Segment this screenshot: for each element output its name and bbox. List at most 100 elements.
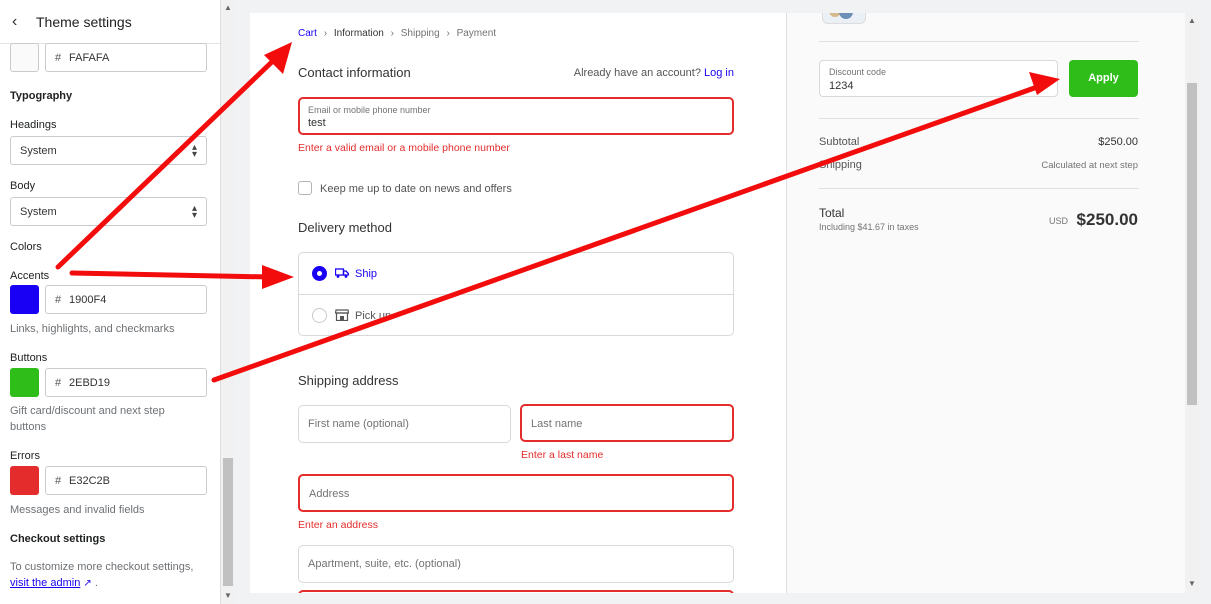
apartment-field[interactable]: Apartment, suite, etc. (optional) xyxy=(298,545,734,583)
colors-heading: Colors xyxy=(10,241,42,253)
checkout-help-text: To customize more checkout settings, xyxy=(10,561,194,573)
discount-code-field[interactable]: Discount code 1234 xyxy=(819,60,1058,97)
subtotal-value: $250.00 xyxy=(1098,136,1138,148)
newsletter-checkbox[interactable] xyxy=(298,181,312,195)
body-font-select[interactable]: System ▴ ▾ xyxy=(10,197,207,226)
select-value: System xyxy=(20,145,57,157)
visit-admin-link[interactable]: visit the admin xyxy=(10,577,80,589)
theme-settings-panel: ‹ Theme settings # FAFAFA Typography Hea… xyxy=(0,0,221,604)
delivery-heading: Delivery method xyxy=(298,220,392,235)
summary-divider xyxy=(819,188,1139,189)
product-thumbnail xyxy=(822,13,866,24)
address-field[interactable]: Address xyxy=(298,474,734,512)
hex-value: FAFAFA xyxy=(69,52,110,64)
ship-option[interactable]: Ship xyxy=(299,253,733,295)
last-name-field[interactable]: Last name xyxy=(520,404,734,442)
next-field[interactable] xyxy=(298,590,734,593)
shipping-label: Shipping xyxy=(819,159,862,171)
sidebar-scroll-thumb[interactable] xyxy=(223,458,233,586)
email-error-message: Enter a valid email or a mobile phone nu… xyxy=(298,142,510,154)
delivery-method-group: Ship Pick up xyxy=(298,252,734,336)
discount-code-value: 1234 xyxy=(829,80,854,92)
breadcrumb-shipping: Shipping xyxy=(400,28,440,39)
headings-label: Headings xyxy=(10,119,57,131)
summary-divider xyxy=(819,41,1139,42)
first-name-field[interactable]: First name (optional) xyxy=(298,405,511,443)
panel-header: ‹ Theme settings xyxy=(0,0,220,44)
background-color-swatch[interactable] xyxy=(10,43,39,72)
breadcrumb-cart[interactable]: Cart xyxy=(298,28,317,39)
button-color-swatch[interactable] xyxy=(10,368,39,397)
store-icon xyxy=(335,309,349,321)
accent-color-swatch[interactable] xyxy=(10,285,39,314)
back-arrow-icon[interactable]: ‹ xyxy=(12,13,17,31)
hash-symbol: # xyxy=(55,294,62,306)
first-name-placeholder: First name (optional) xyxy=(308,418,409,430)
buttons-help-text-line1: Gift card/discount and next step xyxy=(10,405,165,417)
breadcrumb: Cart › Information › Shipping › Payment xyxy=(298,28,500,39)
error-color-swatch[interactable] xyxy=(10,466,39,495)
currency-code: USD xyxy=(1049,216,1069,226)
hash-symbol: # xyxy=(55,52,62,64)
select-updown-icon: ▴ ▾ xyxy=(191,203,197,221)
select-value: System xyxy=(20,206,57,218)
chevron-right-icon: › xyxy=(446,28,450,39)
address-error-message: Enter an address xyxy=(298,519,378,531)
hex-value: E32C2B xyxy=(69,475,110,487)
checkout-settings-heading: Checkout settings xyxy=(10,533,106,545)
taxes-note: Including $41.67 in taxes xyxy=(819,222,919,232)
errors-help-text: Messages and invalid fields xyxy=(10,504,145,516)
scroll-up-icon[interactable]: ▲ xyxy=(224,3,232,12)
typography-heading: Typography xyxy=(10,90,73,102)
accents-help-text: Links, highlights, and checkmarks xyxy=(10,323,175,335)
email-field[interactable]: Email or mobile phone number test xyxy=(298,97,734,135)
panel-title: Theme settings xyxy=(36,14,132,30)
pickup-option[interactable]: Pick up xyxy=(299,295,733,336)
total-label: Total xyxy=(819,206,845,220)
hex-value: 2EBD19 xyxy=(69,377,110,389)
sidebar-scrollbar[interactable]: ▲ ▼ xyxy=(221,0,235,604)
login-prompt-text: Already have an account? xyxy=(573,67,701,79)
errors-label: Errors xyxy=(10,450,40,462)
subtotal-label: Subtotal xyxy=(819,136,860,148)
buttons-label: Buttons xyxy=(10,352,48,364)
checkout-main: Cart › Information › Shipping › Payment … xyxy=(250,13,786,593)
order-summary: Discount code 1234 Apply Subtotal $250.0… xyxy=(786,13,1199,593)
preview-scroll-thumb[interactable] xyxy=(1187,83,1197,405)
admin-link-row: visit the admin ↗ . xyxy=(10,577,98,589)
select-updown-icon: ▴ ▾ xyxy=(191,142,197,160)
external-link-icon: ↗ xyxy=(83,578,92,589)
login-prompt: Already have an account? Log in xyxy=(574,67,734,79)
accents-label: Accents xyxy=(10,270,50,282)
scroll-up-icon[interactable]: ▲ xyxy=(1188,16,1196,25)
discount-code-label: Discount code xyxy=(829,67,887,77)
error-hex-input[interactable]: # E32C2B xyxy=(45,466,207,495)
accent-hex-input[interactable]: # 1900F4 xyxy=(45,285,207,314)
login-link[interactable]: Log in xyxy=(704,67,734,79)
ship-radio[interactable] xyxy=(312,266,327,281)
breadcrumb-information: Information xyxy=(333,28,384,39)
button-hex-input[interactable]: # 2EBD19 xyxy=(45,368,207,397)
body-label: Body xyxy=(10,180,36,192)
email-field-label: Email or mobile phone number xyxy=(308,105,431,115)
total-value: $250.00 xyxy=(1076,210,1138,229)
preview-scrollbar[interactable]: ▲ ▼ xyxy=(1185,13,1199,593)
summary-divider xyxy=(819,118,1139,119)
email-field-value: test xyxy=(308,117,326,129)
contact-heading: Contact information xyxy=(298,65,411,80)
background-hex-input[interactable]: # FAFAFA xyxy=(45,43,207,72)
chevron-right-icon: › xyxy=(323,28,328,39)
address-placeholder: Address xyxy=(309,488,350,500)
scroll-down-icon[interactable]: ▼ xyxy=(224,591,232,600)
ship-label: Ship xyxy=(355,268,378,280)
apply-button[interactable]: Apply xyxy=(1069,60,1138,97)
newsletter-label: Keep me up to date on news and offers xyxy=(320,183,512,195)
breadcrumb-payment: Payment xyxy=(456,28,497,39)
pickup-radio[interactable] xyxy=(312,308,327,323)
headings-font-select[interactable]: System ▴ ▾ xyxy=(10,136,207,165)
scroll-down-icon[interactable]: ▼ xyxy=(1188,579,1196,588)
pickup-label: Pick up xyxy=(355,310,392,322)
hash-symbol: # xyxy=(55,377,62,389)
last-name-placeholder: Last name xyxy=(531,418,583,430)
chevron-right-icon: › xyxy=(390,28,394,39)
